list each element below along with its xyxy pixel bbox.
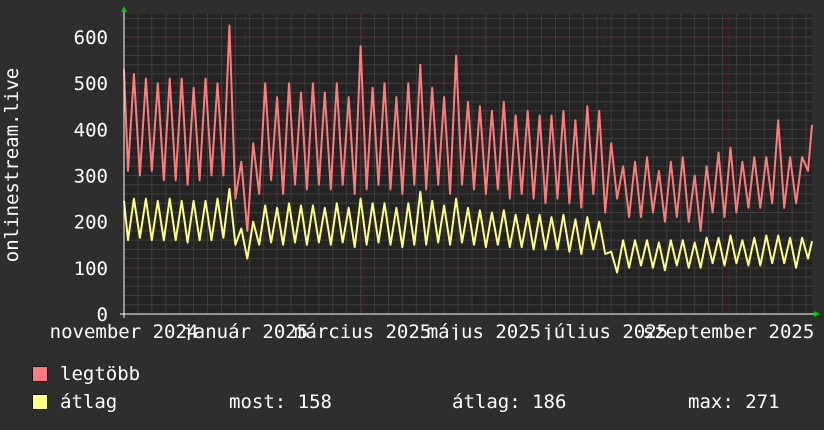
y-axis-label: onlinestream.live <box>1 68 23 262</box>
legend-swatch-max <box>32 366 48 382</box>
x-axis-arrow <box>814 311 820 317</box>
x-tick-label: március 2025 <box>294 321 431 340</box>
y-tick-label: 200 <box>74 212 108 234</box>
stat-max: max: 271 <box>688 391 780 413</box>
legend-swatch-avg <box>32 394 48 410</box>
y-tick-label: 100 <box>74 258 108 280</box>
x-tick-label: január 2025 <box>182 321 308 340</box>
legend-label-avg: átlag <box>60 391 118 413</box>
legend-item-avg: átlag <box>32 391 117 413</box>
y-tick-label: 300 <box>74 166 108 188</box>
legend-item-max: legtöbb <box>32 363 140 385</box>
y-tick-label: 600 <box>74 27 108 49</box>
legend-label-max: legtöbb <box>60 363 141 385</box>
x-tick-label: május 2025 <box>427 321 541 340</box>
y-tick-label: 400 <box>74 119 108 141</box>
y-axis-arrow <box>121 6 127 12</box>
stat-average: átlag: 186 <box>452 391 567 413</box>
stat-current: most: 158 <box>229 391 332 413</box>
x-tick-label: november 2024 <box>50 321 199 340</box>
y-tick-label: 500 <box>74 73 108 95</box>
chart: 0 100 200 300 400 500 600 november 2024 január 2… <box>0 0 824 343</box>
chart-svg: 0100200300400500600november 2024január 2… <box>1 6 820 343</box>
x-tick-label: szeptember 2025 <box>643 321 815 340</box>
